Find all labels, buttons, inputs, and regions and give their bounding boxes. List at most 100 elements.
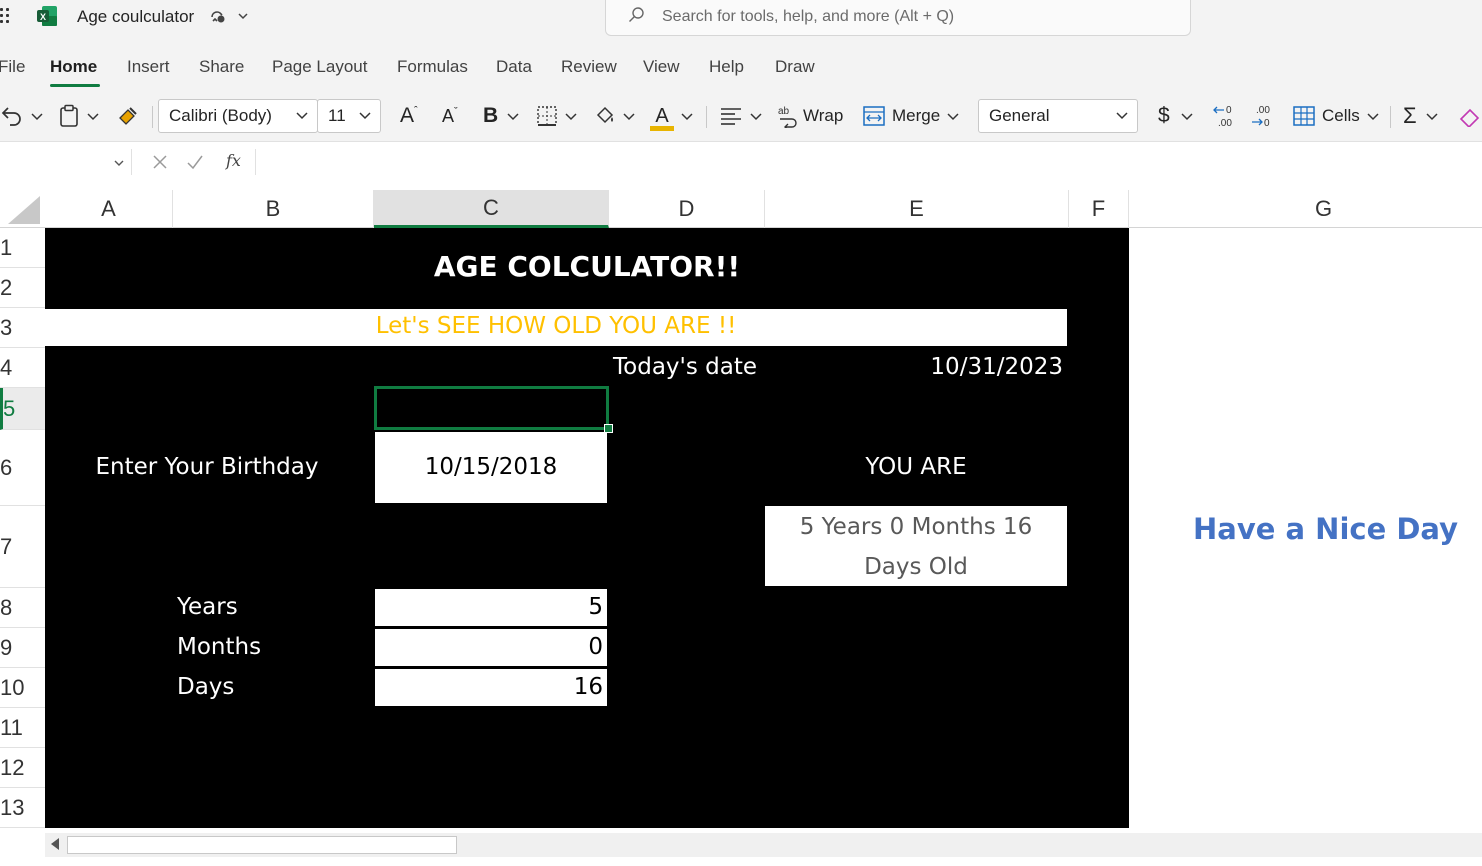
formula-input[interactable] — [262, 149, 1482, 175]
bold-button[interactable]: B — [483, 100, 520, 132]
side-message[interactable]: Have a Nice Day — [1193, 512, 1458, 546]
row-header[interactable]: 8 — [0, 588, 45, 628]
align-left-icon — [721, 108, 741, 125]
formula-controls: fx — [140, 149, 256, 175]
search-box[interactable]: Search for tools, help, and more (Alt + … — [605, 0, 1191, 36]
font-name-dropdown[interactable]: Calibri (Body) — [158, 99, 318, 133]
increase-decimal-icon: .00 0 — [1252, 105, 1270, 129]
chevron-down-icon — [507, 113, 519, 121]
tab-file[interactable]: File — [0, 57, 25, 77]
worksheet-grid[interactable]: AGE COLCULATOR!! Let's SEE HOW OLD YOU A… — [45, 228, 1482, 828]
tab-insert[interactable]: Insert — [127, 57, 170, 77]
column-header-c[interactable]: C — [374, 190, 609, 228]
undo-button[interactable] — [0, 100, 44, 132]
number-format-dropdown[interactable]: General — [978, 99, 1138, 133]
years-label[interactable]: Years — [177, 594, 238, 620]
scrollbar-thumb[interactable] — [67, 836, 457, 854]
row-header[interactable]: 2 — [0, 268, 45, 308]
result-line-2: Days Old — [864, 554, 968, 580]
cancel-icon[interactable] — [152, 154, 168, 170]
column-header-f[interactable]: F — [1069, 190, 1129, 228]
font-color-swatch — [650, 126, 674, 131]
chevron-down-icon — [1116, 112, 1128, 120]
currency-icon: $ — [1158, 104, 1170, 127]
decrease-font-size-button[interactable]: Aˇ — [442, 100, 458, 132]
currency-format-button[interactable]: $ — [1158, 100, 1194, 132]
tab-help[interactable]: Help — [709, 57, 744, 77]
format-painter-button[interactable] — [116, 100, 140, 132]
row-header[interactable]: 4 — [0, 348, 45, 388]
tab-share[interactable]: Share — [199, 57, 244, 77]
search-placeholder: Search for tools, help, and more (Alt + … — [662, 8, 955, 25]
document-title[interactable]: Age coulculator — [77, 7, 194, 27]
row-header-selected[interactable]: 5 — [0, 388, 45, 430]
tab-data[interactable]: Data — [496, 57, 532, 77]
merge-button[interactable]: Merge — [862, 100, 960, 132]
eraser-icon — [1459, 108, 1480, 127]
todays-date-label[interactable]: Today's date — [613, 354, 757, 380]
select-all-corner[interactable] — [8, 196, 40, 224]
cells-button[interactable]: Cells — [1292, 100, 1380, 132]
app-launcher-icon[interactable] — [0, 8, 14, 28]
column-header-d[interactable]: D — [609, 190, 765, 228]
row-header[interactable]: 7 — [0, 506, 45, 588]
row-header[interactable]: 13 — [0, 788, 45, 828]
calculator-title[interactable]: AGE COLCULATOR!! — [45, 250, 1129, 283]
name-box[interactable] — [0, 149, 132, 175]
result-line-1: 5 Years 0 Months 16 — [799, 514, 1033, 540]
merge-cells-icon — [863, 106, 885, 126]
row-header[interactable]: 11 — [0, 708, 45, 748]
enter-icon[interactable] — [186, 154, 204, 170]
column-header-b[interactable]: B — [173, 190, 374, 228]
row-header[interactable]: 10 — [0, 668, 45, 708]
paste-button[interactable] — [58, 100, 100, 132]
scroll-left-icon[interactable] — [51, 838, 59, 850]
active-cell-c5[interactable] — [374, 386, 609, 430]
font-name-value: Calibri (Body) — [169, 106, 272, 125]
increase-font-size-button[interactable]: Aˆ — [400, 100, 418, 132]
tab-draw[interactable]: Draw — [775, 57, 815, 77]
decrease-decimal-button[interactable]: 0 .00 — [1212, 100, 1240, 132]
font-size-dropdown[interactable]: 11 — [317, 99, 381, 133]
birthday-label[interactable]: Enter Your Birthday — [45, 454, 369, 480]
chevron-down-icon — [947, 113, 959, 121]
row-header[interactable]: 9 — [0, 628, 45, 668]
todays-date-value[interactable]: 10/31/2023 — [769, 354, 1063, 380]
align-button[interactable] — [719, 100, 763, 132]
svg-text:X: X — [40, 12, 46, 22]
months-label[interactable]: Months — [177, 634, 261, 660]
sync-status-icon — [211, 11, 225, 23]
tab-review[interactable]: Review — [561, 57, 617, 77]
chevron-down-icon — [359, 112, 371, 120]
autosum-button[interactable]: Σ — [1403, 100, 1439, 132]
increase-decimal-button[interactable]: .00 0 — [1250, 100, 1278, 132]
clipboard-icon — [60, 104, 78, 127]
tab-formulas[interactable]: Formulas — [397, 57, 468, 77]
borders-button[interactable] — [536, 100, 578, 132]
you-are-label[interactable]: YOU ARE — [765, 454, 1067, 480]
number-format-value: General — [989, 106, 1050, 125]
cells-label: Cells — [1322, 106, 1360, 125]
clear-button[interactable] — [1458, 100, 1482, 132]
tab-page-layout[interactable]: Page Layout — [272, 57, 367, 77]
tab-view[interactable]: View — [643, 57, 680, 77]
column-header-a[interactable]: A — [45, 190, 173, 228]
svg-text:.00: .00 — [1218, 118, 1232, 129]
column-header-e[interactable]: E — [765, 190, 1069, 228]
title-bar: X Age coulculator Search for tools, help… — [0, 0, 1482, 40]
row-header[interactable]: 12 — [0, 748, 45, 788]
column-header-g[interactable]: G — [1129, 190, 1482, 228]
tab-home[interactable]: Home — [50, 57, 97, 77]
row-headers: 1 2 3 4 5 6 7 8 9 10 11 12 13 — [0, 228, 45, 828]
row-header[interactable]: 6 — [0, 430, 45, 506]
days-label[interactable]: Days — [177, 674, 234, 700]
wrap-text-button[interactable]: ab Wrap — [777, 100, 843, 132]
months-value: 0 — [588, 634, 603, 660]
row-header[interactable]: 3 — [0, 308, 45, 348]
fx-icon[interactable]: fx — [226, 151, 241, 170]
row-header[interactable]: 1 — [0, 228, 45, 268]
font-color-button[interactable]: A — [650, 100, 694, 132]
fill-color-button[interactable] — [594, 100, 636, 132]
horizontal-scrollbar[interactable] — [45, 833, 1482, 857]
save-status-menu[interactable] — [209, 7, 249, 24]
